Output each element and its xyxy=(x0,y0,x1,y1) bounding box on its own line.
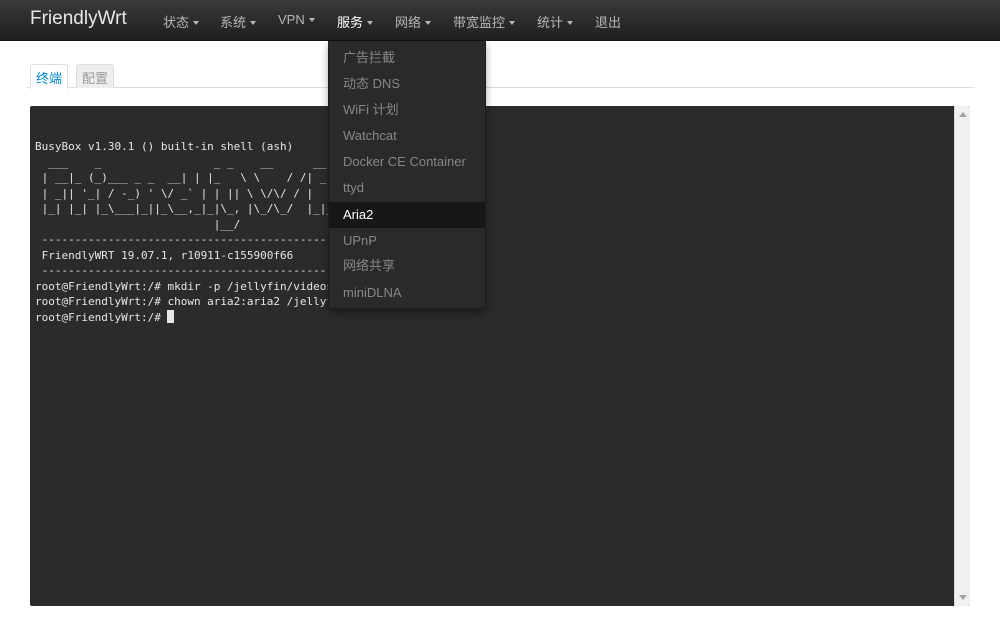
chevron-down-icon xyxy=(567,20,574,25)
nav-menu-bandwidth[interactable]: 带宽监控 xyxy=(453,12,516,31)
terminal-prompt: root@FriendlyWrt:/# xyxy=(35,310,168,324)
menu-item-ddns[interactable]: 动态 DNS xyxy=(329,71,485,97)
tab-config[interactable]: 配置 xyxy=(76,64,115,88)
chevron-down-icon xyxy=(425,20,432,25)
nav-menu-vpn-label: VPN xyxy=(278,12,305,27)
terminal-cursor xyxy=(167,309,175,323)
services-dropdown-menu: 广告拦截 动态 DNS WiFi 计划 Watchcat Docker CE C… xyxy=(328,41,486,309)
menu-item-ttyd[interactable]: ttyd xyxy=(329,175,485,201)
menu-item-upnp[interactable]: UPnP xyxy=(329,228,485,254)
nav-menu-system-label: 系统 xyxy=(220,15,247,30)
terminal-prompt-line[interactable]: root@FriendlyWrt:/# xyxy=(35,309,485,326)
nav-menu-statistics[interactable]: 统计 xyxy=(537,12,574,31)
menu-item-wifi-schedule[interactable]: WiFi 计划 xyxy=(329,97,485,123)
nav-menu-vpn[interactable]: VPN xyxy=(278,12,315,27)
chevron-down-icon xyxy=(509,20,516,25)
nav-logout[interactable]: 退出 xyxy=(595,12,621,31)
menu-item-minidlna[interactable]: miniDLNA xyxy=(329,280,485,306)
scroll-up-arrow-icon[interactable] xyxy=(959,112,967,117)
tab-terminal[interactable]: 终端 xyxy=(30,64,69,89)
nav-menu-services[interactable]: 服务 xyxy=(337,12,374,31)
nav-menu-status-label: 状态 xyxy=(163,15,190,30)
nav-menu-network[interactable]: 网络 xyxy=(395,12,432,31)
terminal-window[interactable]: BusyBox v1.30.1 () built-in shell (ash) … xyxy=(30,106,970,606)
nav-menu-network-label: 网络 xyxy=(395,15,422,30)
brand-logo[interactable]: FriendlyWrt xyxy=(30,8,127,30)
nav-menu-services-label: 服务 xyxy=(337,15,364,30)
tab-bar: 终端 配置 xyxy=(27,62,975,89)
chevron-down-icon xyxy=(193,20,200,25)
menu-item-docker[interactable]: Docker CE Container xyxy=(329,149,485,175)
terminal-scrollbar[interactable] xyxy=(954,106,970,606)
menu-item-aria2[interactable]: Aria2 xyxy=(329,202,485,228)
nav-menu-status[interactable]: 状态 xyxy=(163,12,200,31)
nav-menu-bandwidth-label: 带宽监控 xyxy=(453,15,506,30)
chevron-down-icon xyxy=(367,20,374,25)
chevron-down-icon xyxy=(250,20,257,25)
top-navbar: FriendlyWrt 状态 系统 VPN 服务 网络 带宽监控 统计 退出 xyxy=(0,0,1000,41)
nav-menu-statistics-label: 统计 xyxy=(537,15,564,30)
menu-item-adblock[interactable]: 广告拦截 xyxy=(329,45,485,71)
menu-item-network-share[interactable]: 网络共享 xyxy=(329,253,485,279)
nav-logout-label: 退出 xyxy=(595,15,622,30)
scroll-down-arrow-icon[interactable] xyxy=(959,595,967,600)
menu-item-watchcat[interactable]: Watchcat xyxy=(329,123,485,149)
nav-menu-system[interactable]: 系统 xyxy=(220,12,257,31)
chevron-down-icon xyxy=(308,17,315,22)
